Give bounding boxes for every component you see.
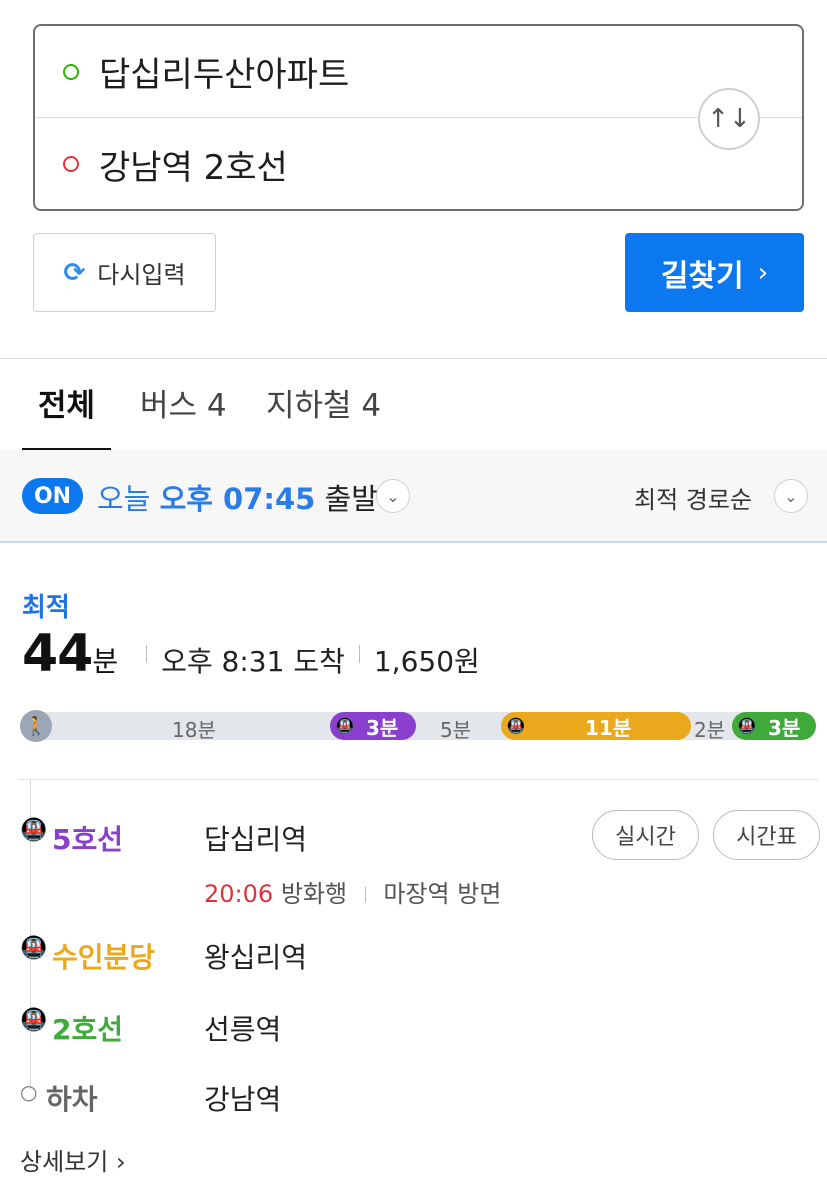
arrival-time: 오후 8:31 도착: [161, 645, 345, 678]
timetable-button[interactable]: 시간표: [713, 810, 820, 860]
walk-icon: 🚶: [20, 710, 52, 742]
tab-subway[interactable]: 지하철 4: [266, 380, 381, 425]
segment-suin-bundang: 🚇 11분: [501, 712, 691, 740]
segment-walk-time: 2분: [694, 718, 726, 742]
tab-bus[interactable]: 버스 4: [140, 380, 227, 425]
today-label: 오늘: [97, 482, 151, 516]
via-station: 마장역 방면: [383, 880, 502, 908]
step-station-name[interactable]: 강남역: [204, 1078, 281, 1118]
reset-button[interactable]: ⟳ 다시입력: [33, 233, 216, 312]
segment-line2: 🚇 3분: [732, 712, 816, 740]
step-line-name: 하차: [46, 1083, 98, 1116]
segment-line2-time: 3분: [768, 715, 801, 740]
subway-icon: 🚇: [20, 936, 48, 961]
route-summary[interactable]: 44 분 오후 8:31 도착 1,650원: [22, 624, 480, 684]
realtime-button[interactable]: 실시간: [592, 810, 699, 860]
options-bar: ON 오늘 오후 07:45 출발 ⌄ 최적 경로순 ⌄: [0, 450, 827, 543]
origin-dot-icon: [63, 63, 79, 80]
duration-number: 44: [22, 624, 93, 684]
chevron-down-icon[interactable]: ⌄: [376, 479, 410, 513]
step-station-name[interactable]: 선릉역: [204, 1008, 281, 1048]
separator: [358, 645, 360, 663]
step-line-name: 5호선: [52, 823, 124, 856]
origin-text: 답십리두산아파트: [99, 55, 350, 95]
segment-line5: 🚇 3분: [330, 712, 416, 740]
step-station-name[interactable]: 답십리역: [204, 818, 307, 858]
route-segment-bar: 🚶 18분 🚇 3분 5분 🚇 11분 2분 🚇 3분: [20, 710, 816, 742]
subway-icon: 🚇: [335, 717, 355, 735]
details-link[interactable]: 상세보기 ›: [20, 1142, 126, 1177]
segment-walk-time: 18분: [172, 718, 216, 742]
best-route-badge: 최적: [22, 593, 70, 623]
departure-time: 20:06: [204, 880, 274, 908]
separator: [146, 645, 148, 663]
step-line-name: 수인분당: [52, 941, 156, 974]
subway-icon: 🚇: [506, 717, 526, 735]
departure-time-selector[interactable]: 오늘 오후 07:45 출발: [97, 476, 378, 518]
destination-text: 강남역 2호선: [99, 147, 288, 188]
fare: 1,650원: [373, 645, 480, 678]
swap-arrows-icon: ↑↓: [707, 104, 751, 134]
segment-suin-time: 11분: [585, 715, 632, 740]
section-divider: [18, 779, 818, 780]
alight-circle-icon: ○: [20, 1080, 38, 1104]
reset-label: 다시입력: [97, 261, 186, 289]
segment-walk-time: 5분: [440, 718, 472, 742]
separator: [364, 887, 366, 903]
find-route-button[interactable]: 길찾기 ›: [625, 233, 804, 312]
chevron-down-icon[interactable]: ⌄: [774, 479, 808, 513]
subway-icon: 🚇: [20, 1008, 48, 1033]
step-departure-detail: 20:06 방화행 마장역 방면: [204, 874, 501, 909]
subway-icon: 🚇: [20, 818, 48, 843]
step-station-name[interactable]: 왕십리역: [204, 936, 307, 976]
step-line-name: 2호선: [52, 1013, 124, 1046]
route-search-box: 답십리두산아파트 강남역 2호선 ↑↓: [33, 24, 804, 211]
refresh-icon: ⟳: [63, 257, 86, 288]
subway-icon: 🚇: [737, 717, 757, 735]
tab-all[interactable]: 전체: [38, 380, 95, 425]
destination-dot-icon: [63, 156, 79, 172]
time-toggle-on[interactable]: ON: [22, 478, 83, 514]
origin-field[interactable]: 답십리두산아파트: [35, 26, 802, 118]
duration-unit: 분: [92, 645, 119, 678]
swap-button[interactable]: ↑↓: [698, 88, 760, 150]
section-divider: [0, 358, 827, 359]
depart-word: 출발: [324, 482, 378, 516]
destination-field[interactable]: 강남역 2호선: [35, 118, 802, 210]
sort-selector[interactable]: 최적 경로순: [634, 480, 752, 515]
direction: 방화행: [280, 880, 348, 908]
chevron-right-icon: ›: [757, 257, 769, 288]
segment-line5-time: 3분: [366, 715, 399, 740]
find-route-label: 길찾기: [660, 258, 744, 294]
departure-time: 오후 07:45: [159, 482, 316, 516]
